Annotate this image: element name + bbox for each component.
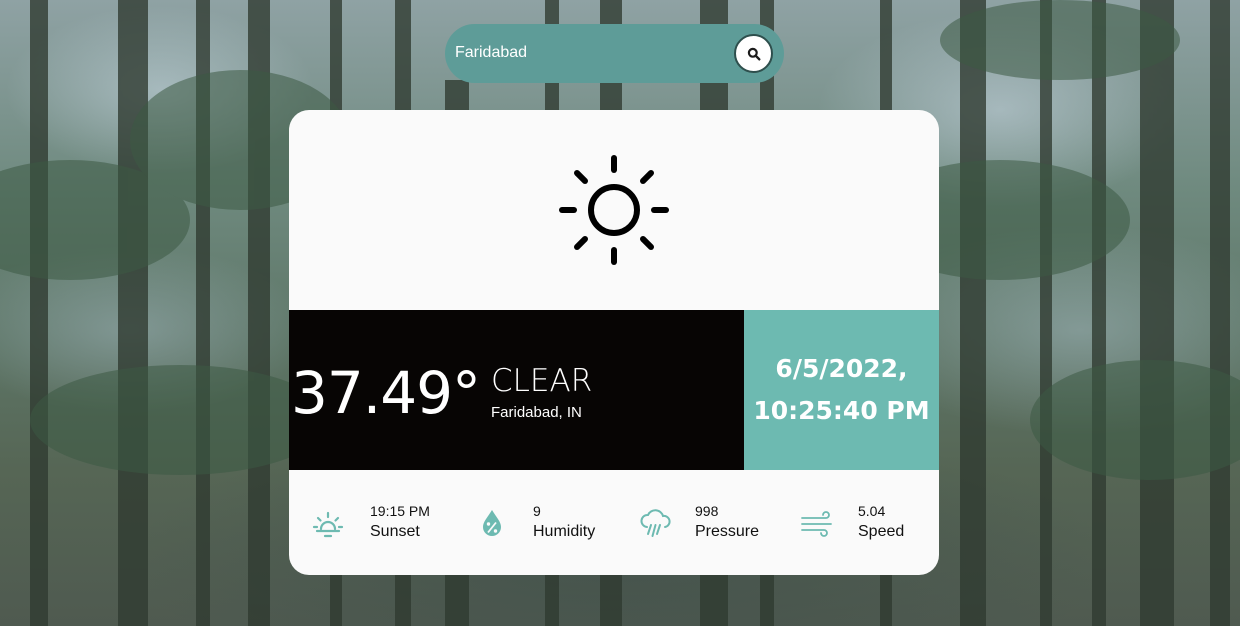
humidity-label: Humidity	[533, 523, 596, 540]
sunset-value: 19:15 PM	[370, 503, 430, 519]
speed-label: Speed	[858, 523, 905, 540]
weather-card: 37.49° CLEAR Faridabad, IN 6/5/2022, 10:…	[289, 110, 939, 575]
location-label: Faridabad, IN	[491, 404, 582, 421]
time-label: 10:25:40 PM	[753, 396, 930, 425]
speed-value: 5.04	[858, 503, 886, 519]
stat-wind-speed: 5.04 Speed	[800, 501, 930, 545]
pressure-label: Pressure	[695, 523, 760, 540]
stat-humidity: 9 Humidity	[475, 501, 625, 545]
sunset-label: Sunset	[370, 523, 420, 540]
stat-sunset: 19:15 PM Sunset	[311, 501, 461, 545]
wind-icon	[801, 511, 832, 537]
sunset-icon	[312, 511, 344, 538]
search-button[interactable]	[734, 34, 773, 73]
sun-icon	[559, 155, 669, 265]
search-bar	[445, 24, 784, 83]
search-input[interactable]	[455, 36, 725, 70]
temperature-panel: 37.49° CLEAR Faridabad, IN	[289, 310, 744, 470]
pressure-value: 998	[695, 503, 719, 519]
humidity-value: 9	[533, 503, 541, 519]
humidity-icon	[483, 510, 501, 536]
weather-stats: 19:15 PM Sunset 9 Humidity 998 Pressure …	[289, 470, 939, 575]
search-icon	[747, 47, 761, 61]
weather-condition: CLEAR	[491, 363, 593, 399]
temperature-value: 37.49°	[291, 359, 481, 427]
weather-icon-area	[289, 110, 939, 310]
datetime-panel: 6/5/2022, 10:25:40 PM	[744, 310, 939, 470]
rain-cloud-icon	[640, 509, 671, 537]
date-label: 6/5/2022,	[775, 354, 908, 383]
stat-pressure: 998 Pressure	[639, 501, 789, 545]
